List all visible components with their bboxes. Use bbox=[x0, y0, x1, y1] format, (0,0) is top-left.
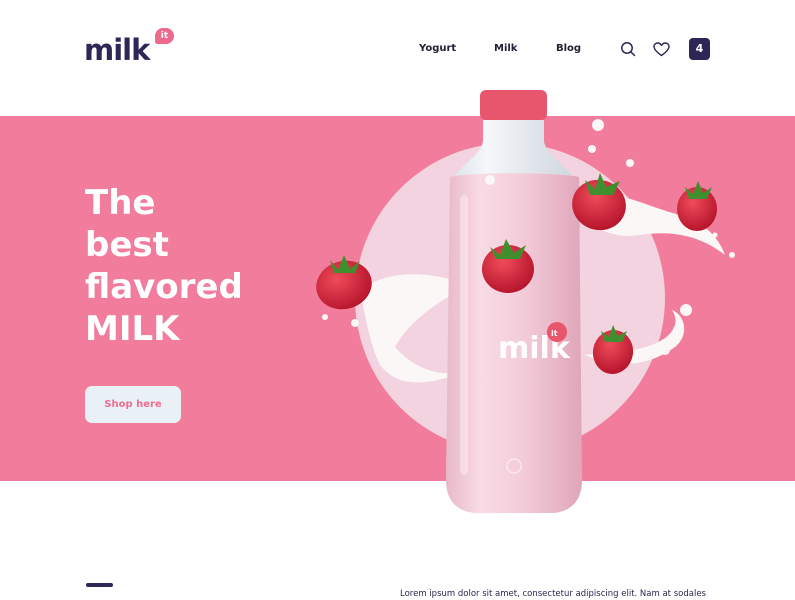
section-divider bbox=[86, 583, 113, 587]
favorites-button[interactable] bbox=[650, 38, 672, 60]
milk-bottle-illustration: milk it bbox=[316, 90, 735, 513]
nav-item-milk[interactable]: Milk bbox=[494, 43, 517, 54]
cart-count-badge[interactable]: 4 bbox=[689, 38, 710, 60]
strawberry bbox=[677, 181, 717, 231]
heart-icon bbox=[652, 41, 670, 56]
brand-logo[interactable]: milk it bbox=[84, 28, 174, 68]
hero-title-line: best bbox=[85, 225, 169, 265]
hero-title-line: MILK bbox=[85, 309, 180, 349]
search-icon bbox=[621, 42, 636, 57]
nav-item-yogurt[interactable]: Yogurt bbox=[419, 43, 456, 54]
intro-text: Lorem ipsum dolor sit amet, consectetur … bbox=[400, 589, 706, 599]
hero-title-line: The bbox=[85, 183, 156, 223]
logo-wordmark: milk bbox=[84, 33, 150, 67]
hero-title: The best flavored MILK bbox=[85, 182, 335, 350]
nav-item-blog[interactable]: Blog bbox=[556, 43, 581, 54]
shop-here-button[interactable]: Shop here bbox=[85, 386, 181, 423]
search-button[interactable] bbox=[617, 38, 639, 60]
hero-title-line: flavored bbox=[85, 267, 243, 307]
logo-badge: it bbox=[155, 28, 174, 44]
bottle-label-badge: it bbox=[551, 329, 558, 338]
